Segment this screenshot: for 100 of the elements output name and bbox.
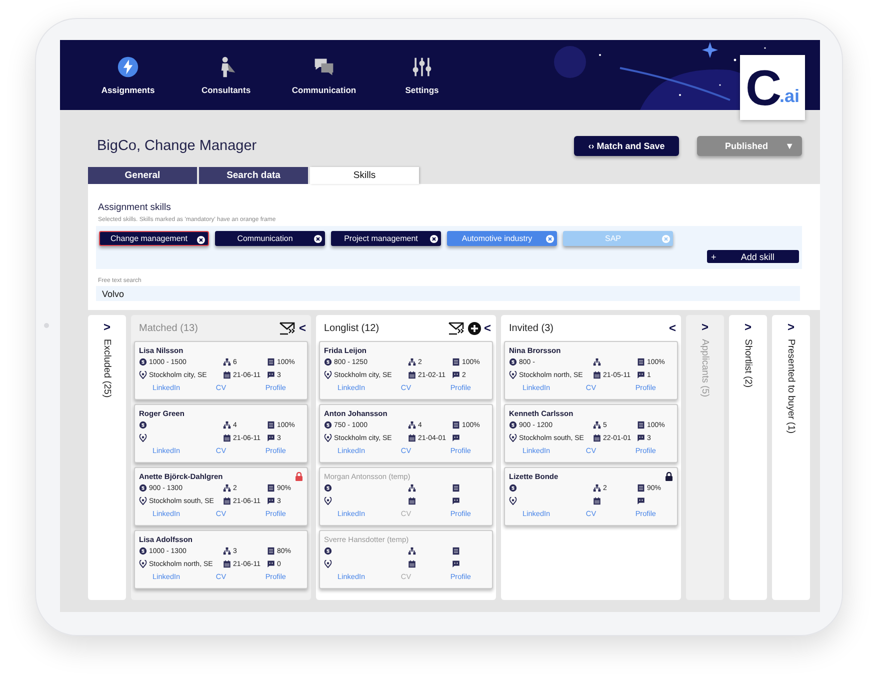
location-pin-icon <box>324 560 332 568</box>
hierarchy-icon <box>408 484 416 492</box>
page-title: BigCo, Change Manager <box>97 138 258 154</box>
location-pin-icon <box>509 371 517 379</box>
nav-item[interactable]: Consultants <box>183 40 269 110</box>
section-heading: Assignment skills <box>98 202 172 213</box>
camera-dot <box>44 323 49 328</box>
hierarchy-icon <box>593 358 601 366</box>
message-icon <box>637 497 645 505</box>
tab[interactable]: Search data <box>199 167 308 184</box>
expand-toggle[interactable]: > <box>744 321 752 333</box>
nav-item[interactable]: Communication <box>281 40 367 110</box>
message-icon <box>637 434 645 442</box>
skill-chip[interactable]: Automotive industry <box>447 231 557 246</box>
document-icon <box>267 421 275 429</box>
document-icon <box>637 421 645 429</box>
status-dropdown[interactable]: Published ▼ <box>697 136 802 156</box>
expand-toggle[interactable]: > <box>701 321 708 333</box>
hierarchy-icon <box>408 421 416 429</box>
search-field[interactable]: Volvo <box>96 286 800 301</box>
coin-icon <box>324 547 332 555</box>
document-icon <box>452 421 460 429</box>
location-pin-icon <box>509 434 517 442</box>
coin-icon <box>139 484 147 492</box>
add-icon[interactable] <box>468 322 481 334</box>
hierarchy-icon <box>223 547 231 555</box>
tab[interactable]: General <box>88 167 197 184</box>
tab[interactable]: Skills <box>310 167 419 184</box>
collapse-toggle[interactable]: < <box>484 322 491 334</box>
collapse-toggle[interactable]: < <box>298 322 306 334</box>
collapsed-column[interactable]: > Presented to buyer (1) <box>772 315 810 600</box>
coin-icon <box>324 484 332 492</box>
skill-chip[interactable]: Project management <box>331 231 441 246</box>
document-icon <box>267 484 275 492</box>
column-title: Excluded (25) <box>102 339 112 398</box>
mail-forward-icon[interactable] <box>278 320 296 336</box>
skill-chip[interactable]: Change management <box>99 231 209 246</box>
skill-chip[interactable]: Communication <box>215 231 325 246</box>
logo: C.ai <box>740 55 805 120</box>
expand-toggle[interactable]: > <box>787 321 794 333</box>
nav-item[interactable]: Assignments <box>85 40 171 110</box>
calendar-icon <box>593 371 601 379</box>
location-pin-icon <box>324 434 332 442</box>
message-icon <box>452 497 460 505</box>
calendar-icon <box>408 434 416 442</box>
message-icon <box>452 560 460 568</box>
location-pin-icon <box>139 560 147 568</box>
coin-icon <box>509 484 517 492</box>
hierarchy-icon <box>593 484 601 492</box>
location-pin-icon <box>139 497 147 505</box>
mail-forward-icon[interactable] <box>448 320 465 336</box>
hierarchy-icon <box>408 547 416 555</box>
hierarchy-icon <box>223 358 231 366</box>
collapsed-column[interactable]: > Shortlist (2) <box>729 315 767 600</box>
document-icon <box>637 358 645 366</box>
document-icon <box>267 358 275 366</box>
coin-icon <box>324 421 332 429</box>
calendar-icon <box>223 371 231 379</box>
column-title: Invited (3) <box>509 322 554 334</box>
coin-icon <box>139 358 147 366</box>
collapsed-column[interactable]: > Applicants (5) <box>686 315 724 600</box>
calendar-icon <box>593 497 601 505</box>
message-icon <box>267 434 275 442</box>
location-pin-icon <box>324 497 332 505</box>
hierarchy-icon <box>223 421 231 429</box>
remove-icon[interactable] <box>314 234 322 242</box>
calendar-icon <box>223 560 231 568</box>
column-title: Longlist (12) <box>324 322 380 334</box>
coin-icon <box>139 421 147 429</box>
coin-icon <box>324 358 332 366</box>
hierarchy-icon <box>223 484 231 492</box>
coin-icon <box>509 421 517 429</box>
message-icon <box>267 371 275 379</box>
remove-icon[interactable] <box>430 234 438 242</box>
expand-toggle[interactable]: > <box>103 321 110 333</box>
hierarchy-icon <box>593 421 601 429</box>
calendar-icon <box>223 497 231 505</box>
calendar-icon <box>408 497 416 505</box>
remove-icon[interactable] <box>197 236 205 244</box>
column-title: Presented to buyer (1) <box>786 339 796 434</box>
message-icon <box>452 371 460 379</box>
collapsed-column[interactable]: > Excluded (25) <box>88 315 126 600</box>
collapse-toggle[interactable]: < <box>668 322 676 334</box>
document-icon <box>452 358 460 366</box>
message-icon <box>637 371 645 379</box>
location-pin-icon <box>139 371 147 379</box>
document-icon <box>452 484 460 492</box>
message-icon <box>267 560 275 568</box>
match-and-save-button[interactable]: ‹› Match and Save <box>574 136 679 156</box>
column-title: Applicants (5) <box>700 339 710 398</box>
add-skill-button[interactable]: + Add skill <box>707 250 799 263</box>
coin-icon <box>139 547 147 555</box>
document-icon <box>452 547 460 555</box>
location-pin-icon <box>324 371 332 379</box>
hierarchy-icon <box>408 358 416 366</box>
nav-item[interactable]: Settings <box>379 40 465 110</box>
coin-icon <box>509 358 517 366</box>
message-icon <box>452 434 460 442</box>
location-pin-icon <box>509 497 517 505</box>
message-icon <box>267 497 275 505</box>
